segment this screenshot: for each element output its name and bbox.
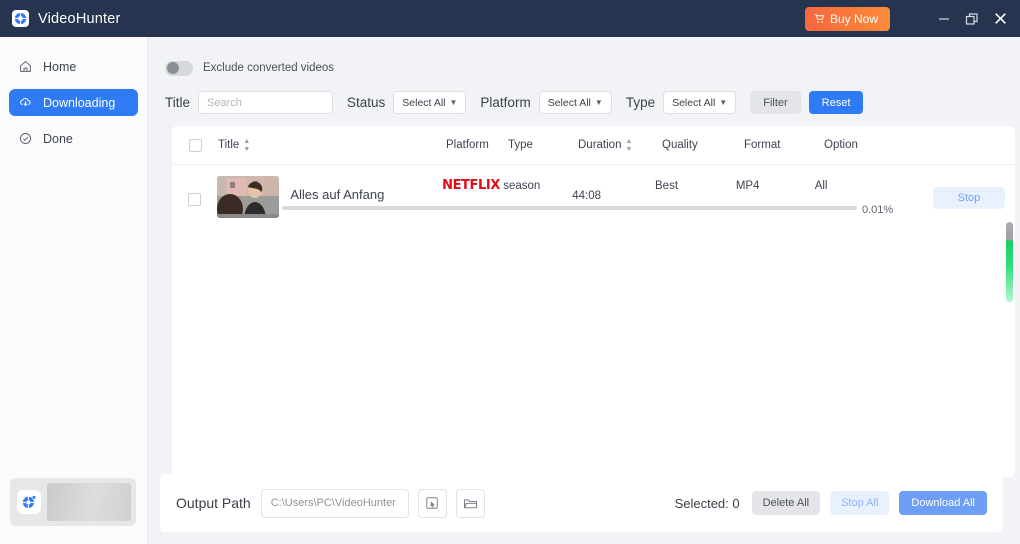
- row-quality: Best: [655, 180, 679, 192]
- column-header-title-label: Title: [218, 139, 240, 151]
- type-select-value: Select All: [672, 96, 716, 109]
- type-filter-label: Type: [625, 95, 656, 110]
- title-filter-label: Title: [165, 95, 191, 110]
- row-checkbox[interactable]: [188, 193, 202, 206]
- toggle-knob: [166, 62, 179, 74]
- row-quality-cell: Best: [655, 176, 736, 194]
- column-header-platform: Platform: [446, 139, 489, 151]
- app-title: VideoHunter: [38, 10, 121, 27]
- download-cloud-icon: [18, 96, 32, 110]
- type-select[interactable]: Select All ▼: [663, 91, 737, 114]
- chevron-down-icon: ▼: [449, 97, 458, 107]
- column-header-quality: Quality: [662, 139, 698, 151]
- row-title-cell: Alles auf Anfang: [217, 176, 442, 218]
- output-bar: Output Path Selected: 0 Delete All Stop …: [160, 474, 1003, 532]
- status-select-value: Select All: [402, 96, 446, 109]
- search-input[interactable]: [198, 91, 334, 114]
- netflix-logo: NETFLIX: [442, 178, 500, 193]
- column-header-type: Type: [508, 139, 533, 151]
- promo-banner-image: [47, 483, 131, 521]
- sidebar: Home Downloading Done: [0, 37, 148, 544]
- row-type: season: [503, 180, 541, 192]
- download-all-button[interactable]: Download All: [899, 491, 987, 515]
- column-header-duration-label: Duration: [578, 139, 622, 151]
- column-header-title[interactable]: Title ▲ ▼: [218, 138, 446, 153]
- select-all-cell: [172, 138, 218, 152]
- row-platform-cell: NETFLIX: [442, 176, 503, 194]
- row-progress-bar: [282, 206, 857, 210]
- sidebar-item-home[interactable]: Home: [9, 53, 138, 80]
- video-thumbnail: [217, 176, 280, 218]
- row-progress-percent: 0.01%: [862, 204, 894, 216]
- minimize-icon[interactable]: [937, 12, 951, 26]
- downloads-table: Title ▲ ▼ Platform Type Duration ▲ ▼ Quali…: [172, 126, 1015, 477]
- restore-icon[interactable]: [965, 12, 979, 26]
- exclude-converted-label: Exclude converted videos: [203, 62, 335, 74]
- selected-count: Selected: 0: [674, 495, 740, 511]
- sidebar-item-done[interactable]: Done: [9, 125, 138, 152]
- promo-card[interactable]: [10, 478, 136, 526]
- column-header-option: Option: [824, 139, 858, 151]
- sidebar-nav: Home Downloading Done: [0, 37, 147, 152]
- home-icon: [18, 60, 32, 74]
- row-format-cell: MP4: [736, 176, 815, 194]
- row-format: MP4: [735, 180, 760, 192]
- delete-all-button[interactable]: Delete All: [751, 491, 821, 515]
- row-action-cell: Stop: [932, 176, 1015, 209]
- select-all-checkbox[interactable]: [188, 138, 202, 152]
- sidebar-item-label: Done: [43, 131, 73, 146]
- filter-button[interactable]: Filter: [750, 91, 801, 114]
- window-controls: [907, 11, 1008, 26]
- buy-now-button[interactable]: Buy Now: [804, 6, 890, 31]
- stop-all-button[interactable]: Stop All: [830, 491, 890, 515]
- row-title: Alles auf Anfang: [290, 187, 385, 202]
- table-header-row: Title ▲ ▼ Platform Type Duration ▲ ▼ Quali…: [172, 126, 1015, 165]
- title-bar: VideoHunter Buy Now: [0, 0, 1020, 37]
- brand: VideoHunter: [12, 10, 121, 27]
- folder-open-icon[interactable]: [455, 488, 485, 518]
- sidebar-item-label: Downloading: [43, 95, 116, 110]
- reset-button[interactable]: Reset: [808, 91, 864, 114]
- row-type-cell: season: [503, 176, 572, 194]
- sort-toggle-icon[interactable]: ▲ ▼: [625, 138, 632, 153]
- chevron-down-icon: ▼: [719, 97, 728, 107]
- close-icon[interactable]: [993, 11, 1008, 26]
- platform-filter-label: Platform: [480, 95, 531, 110]
- output-path-label: Output Path: [176, 495, 251, 511]
- check-circle-icon: [18, 132, 32, 146]
- cart-icon: [814, 13, 825, 24]
- platform-select[interactable]: Select All ▼: [538, 91, 612, 114]
- row-duration-cell: 44:08: [572, 176, 655, 202]
- table-row: Alles auf Anfang NETFLIX season 44:08 Be…: [172, 165, 1015, 229]
- column-header-format: Format: [744, 139, 781, 151]
- platform-select-value: Select All: [547, 96, 591, 109]
- chevron-down-icon: ▼: [594, 97, 603, 107]
- hamburger-menu-icon[interactable]: [907, 15, 923, 23]
- exclude-toggle-row: Exclude converted videos: [165, 55, 1003, 81]
- filter-bar: Title Status Select All ▼ Platform Selec…: [165, 91, 1003, 114]
- buy-now-label: Buy Now: [829, 11, 878, 26]
- exclude-converted-toggle[interactable]: [165, 60, 193, 76]
- app-window: VideoHunter Buy Now Home Downloading Don…: [0, 0, 1020, 544]
- output-path-input[interactable]: [260, 488, 409, 518]
- table-scrollbar[interactable]: [1006, 222, 1013, 302]
- status-filter-label: Status: [347, 95, 386, 110]
- sidebar-item-downloading[interactable]: Downloading: [9, 89, 138, 116]
- pointer-box-icon[interactable]: [417, 488, 447, 518]
- row-option-cell: All: [815, 176, 933, 194]
- status-select[interactable]: Select All ▼: [393, 91, 467, 114]
- column-header-duration[interactable]: Duration ▲ ▼: [578, 138, 662, 153]
- row-select-cell: [172, 176, 217, 206]
- row-option: All: [814, 180, 828, 192]
- row-duration: 44:08: [572, 190, 601, 202]
- sidebar-item-label: Home: [43, 59, 77, 74]
- app-badge-icon: [17, 490, 41, 514]
- sort-toggle-icon[interactable]: ▲ ▼: [243, 138, 250, 153]
- videohunter-logo-icon: [12, 10, 29, 27]
- row-stop-button[interactable]: Stop: [932, 187, 1005, 209]
- main-content: Exclude converted videos Title Status Se…: [148, 37, 1020, 544]
